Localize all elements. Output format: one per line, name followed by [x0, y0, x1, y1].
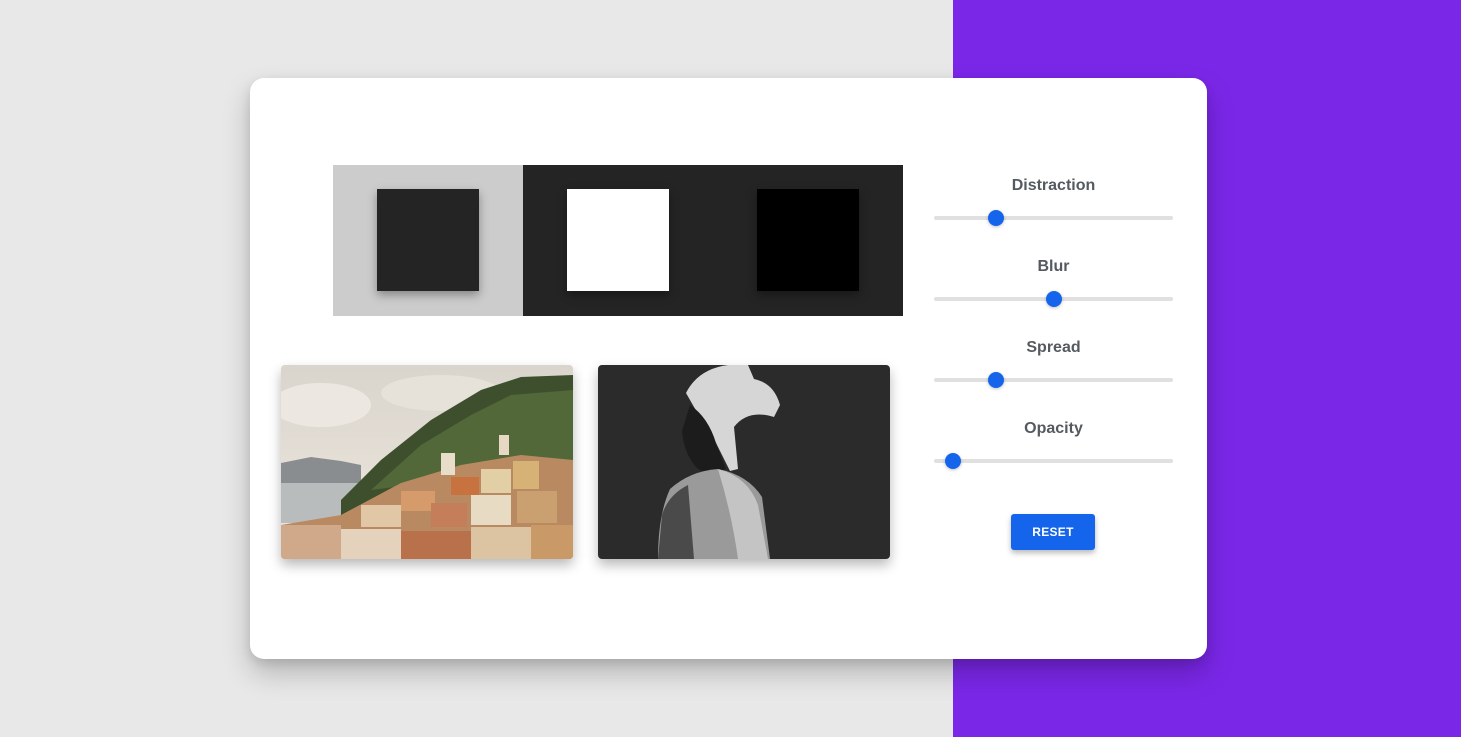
coastal-village-photo: [281, 365, 573, 559]
blur-slider[interactable]: [934, 291, 1173, 307]
opacity-label: Opacity: [1024, 420, 1083, 437]
reset-button[interactable]: RESET: [1011, 514, 1095, 550]
preview-square-dark: [377, 189, 479, 291]
preview-square-black: [757, 189, 859, 291]
opacity-slider[interactable]: [934, 453, 1173, 469]
shadow-preview-strip: [333, 165, 903, 316]
distraction-control: Distraction: [934, 176, 1173, 257]
preview-square-white: [567, 189, 669, 291]
opacity-slider-thumb[interactable]: [945, 453, 962, 469]
distraction-slider[interactable]: [934, 210, 1173, 226]
blur-control: Blur: [934, 257, 1173, 338]
preview-panel-dark: [713, 165, 903, 316]
spread-label: Spread: [1026, 339, 1081, 356]
settings-card: Distraction Blur Spread Opacity RESET: [250, 78, 1207, 659]
preview-panel-dark: [523, 165, 713, 316]
opacity-control: Opacity: [934, 419, 1173, 500]
preview-panel-light: [333, 165, 523, 316]
shadow-controls: Distraction Blur Spread Opacity: [934, 176, 1173, 500]
spread-slider-thumb[interactable]: [988, 372, 1005, 388]
blur-slider-thumb[interactable]: [1045, 291, 1062, 307]
blur-label: Blur: [1037, 258, 1070, 275]
spread-control: Spread: [934, 338, 1173, 419]
distraction-slider-thumb[interactable]: [988, 210, 1005, 226]
man-in-white-hat-photo: [598, 365, 890, 559]
distraction-label: Distraction: [1011, 177, 1096, 194]
spread-slider[interactable]: [934, 372, 1173, 388]
